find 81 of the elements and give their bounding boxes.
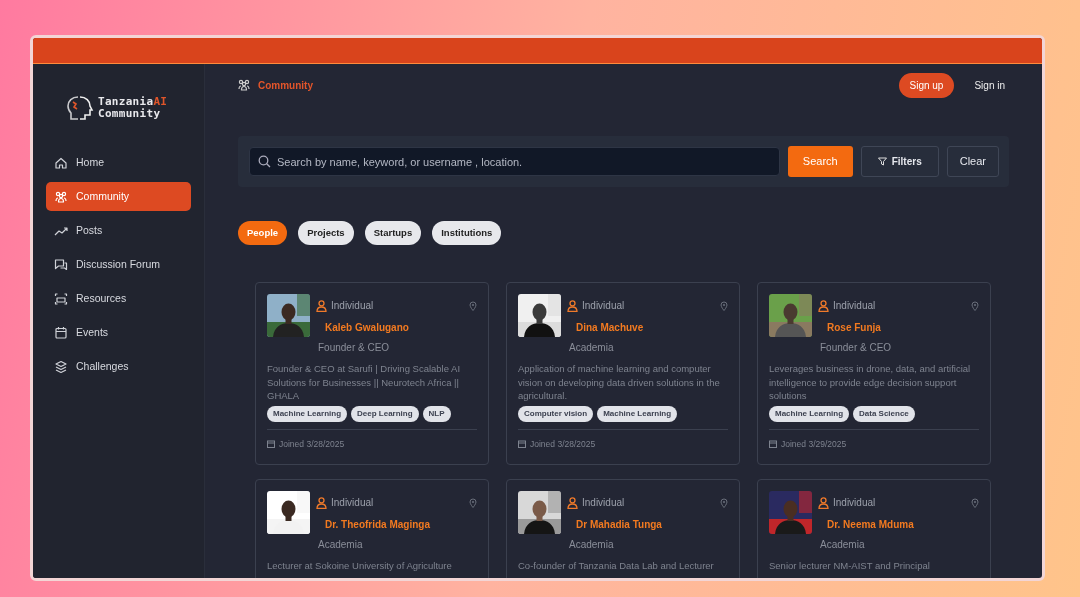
profile-type: Individual xyxy=(331,299,374,314)
filters-button[interactable]: Filters xyxy=(860,146,939,177)
sidebar-item[interactable]: Discussion Forum xyxy=(46,250,191,279)
joined-date: Joined 3/29/2025 xyxy=(781,437,847,451)
filter-tab[interactable]: Institutions xyxy=(432,221,502,246)
profile-bio: Application of machine learning and computer vision on developing data driven solutions in the agricultural. xyxy=(518,362,721,403)
profile-type: Individual xyxy=(582,299,625,314)
skill-tag: Machine Learning xyxy=(597,405,678,422)
sidebar-item[interactable]: Resources xyxy=(46,284,191,313)
profile-card[interactable]: Individual Dr Mahadia Tunga Academia Co-founder of Tanzania Data Lab and Lecturer xyxy=(506,479,740,578)
profile-role: Founder & CEO xyxy=(318,341,391,356)
stack-icon xyxy=(54,359,68,374)
profile-role: Academia xyxy=(318,538,364,553)
profile-name[interactable]: Dr. Neema Mduma xyxy=(827,517,979,533)
brand-name: TanzaniaAI Community xyxy=(98,95,168,121)
sidebar-item[interactable]: Posts xyxy=(46,216,191,245)
skill-tag: Computer vision xyxy=(518,405,594,422)
person-icon xyxy=(316,299,327,312)
profile-type: Individual xyxy=(833,299,876,314)
person-icon xyxy=(567,496,578,509)
person-icon xyxy=(818,496,829,509)
profile-bio: Lecturer at Sokoine University of Agriculture xyxy=(267,559,453,574)
profile-name[interactable]: Dr Mahadia Tunga xyxy=(576,517,728,533)
skill-tag: Deep Learning xyxy=(351,405,419,422)
joined-date: Joined 3/28/2025 xyxy=(279,437,345,451)
location-pin-icon[interactable] xyxy=(720,300,728,311)
home-icon xyxy=(54,155,68,170)
profile-role: Academia xyxy=(820,538,866,553)
sign-up-button[interactable]: Sign up xyxy=(898,72,955,98)
logo-icon xyxy=(64,94,94,122)
profile-role: Academia xyxy=(569,341,615,356)
profile-name[interactable]: Kaleb Gwalugano xyxy=(325,320,477,336)
sidebar-item[interactable]: Challenges xyxy=(46,352,191,381)
community-icon xyxy=(54,189,68,204)
profile-card[interactable]: Individual Dr. Neema Mduma Academia Senior lecturer NM-AIST and Principal xyxy=(757,479,991,578)
location-pin-icon[interactable] xyxy=(469,497,477,508)
calendar-icon xyxy=(54,325,68,340)
filter-icon xyxy=(877,157,887,166)
sidebar-item[interactable]: Events xyxy=(46,318,191,347)
profile-card[interactable]: Individual Dr. Theofrida Maginga Academia Lecturer at Sokoine University of Agriculture xyxy=(255,479,489,578)
sign-in-button[interactable]: Sign in xyxy=(962,72,1009,98)
calendar-icon xyxy=(267,440,275,449)
profile-type: Individual xyxy=(582,496,625,511)
location-pin-icon[interactable] xyxy=(720,497,728,508)
sidebar-item[interactable]: Community xyxy=(46,182,191,211)
location-pin-icon[interactable] xyxy=(971,497,979,508)
community-icon xyxy=(238,79,250,91)
skill-tag: Data Science xyxy=(853,405,915,422)
profile-name[interactable]: Dr. Theofrida Maginga xyxy=(325,517,477,533)
filter-tab[interactable]: Projects xyxy=(298,221,354,246)
person-icon xyxy=(316,496,327,509)
sidebar-item[interactable]: Home xyxy=(46,148,191,177)
profile-bio: Co-founder of Tanzania Data Lab and Lecturer xyxy=(518,559,715,574)
search-field[interactable]: Search by name, keyword, or username , location. xyxy=(249,147,780,176)
calendar-icon xyxy=(518,440,526,449)
profile-role: Academia xyxy=(569,538,615,553)
profile-card[interactable]: Individual Kaleb Gwalugano Founder & CEO Founder & CEO at Sarufi | Driving Scalable AI Solutions for Businesses || Neurotech Africa || GHALA Machine Learning Deep Learning NLP Joined 3/28/2025 xyxy=(255,282,489,466)
profile-card[interactable]: Individual Rose Funja Founder & CEO Leverages business in drone, data, and artificial intelligence to provide edge decision support solutions Machine Learning Data Science Joined 3/29/2025 xyxy=(757,282,991,466)
profile-name[interactable]: Dina Machuve xyxy=(576,320,728,336)
calendar-icon xyxy=(769,440,777,449)
chat-icon xyxy=(54,257,68,272)
location-pin-icon[interactable] xyxy=(469,300,477,311)
joined-date: Joined 3/28/2025 xyxy=(530,437,596,451)
skill-tag: Machine Learning xyxy=(769,405,849,422)
profile-type: Individual xyxy=(331,496,374,511)
profile-bio: Leverages business in drone, data, and artificial intelligence to provide edge decision support solutions xyxy=(769,362,972,403)
filter-tab[interactable]: Startups xyxy=(364,221,422,246)
resources-icon xyxy=(54,291,68,306)
skill-tag: NLP xyxy=(422,405,451,422)
profile-type: Individual xyxy=(833,496,876,511)
profile-bio: Senior lecturer NM-AIST and Principal xyxy=(769,559,931,574)
profile-bio: Founder & CEO at Sarufi | Driving Scalable AI Solutions for Businesses || Neurotech Africa || GHALA xyxy=(267,362,462,403)
profile-role: Founder & CEO xyxy=(820,341,893,356)
location-pin-icon[interactable] xyxy=(971,300,979,311)
person-icon xyxy=(567,299,578,312)
skill-tag: Machine Learning xyxy=(267,405,347,422)
profile-card[interactable]: Individual Dina Machuve Academia Application of machine learning and computer vision on developing data driven solutions in the agricultural. Computer vision Machine Learning Joined 3/28/2025 xyxy=(506,282,740,466)
person-icon xyxy=(818,299,829,312)
profile-name[interactable]: Rose Funja xyxy=(827,320,979,336)
breadcrumb[interactable]: Community xyxy=(258,77,313,93)
clear-button[interactable]: Clear xyxy=(946,146,999,177)
